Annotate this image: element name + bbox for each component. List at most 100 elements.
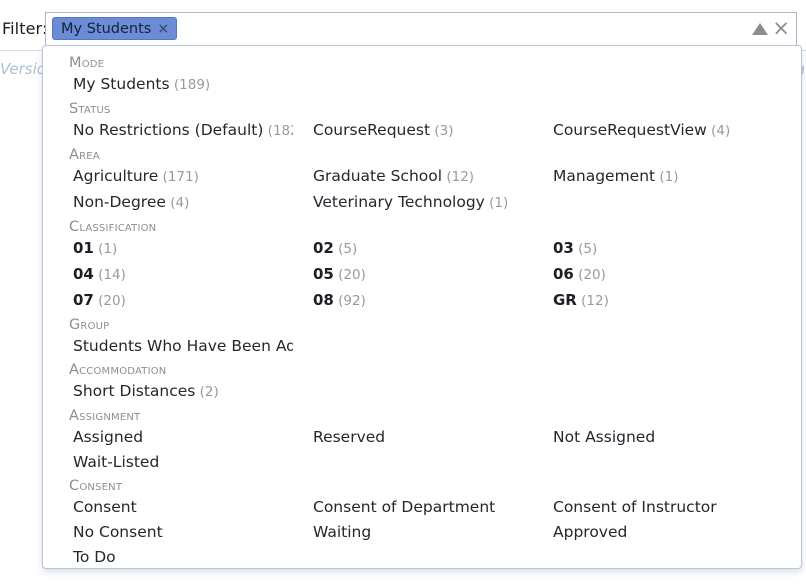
filter-option-count: (14) — [93, 267, 126, 283]
filter-option-row: Assigned Reserved Not Assigned — [53, 425, 791, 450]
filter-option-count: (4) — [706, 123, 731, 139]
filter-option-label: CourseRequest — [313, 121, 431, 139]
filter-option[interactable]: 01 (1) — [53, 236, 293, 262]
filter-option-count: (92) — [333, 293, 366, 309]
filter-option[interactable]: Veterinary Technology (1) — [293, 190, 533, 216]
filter-option-label: Management — [553, 167, 656, 185]
filter-option[interactable]: Students Who Have Been Advised — [53, 334, 293, 359]
filter-option-label: GR — [553, 291, 577, 309]
filter-option-label: 03 — [553, 239, 574, 257]
filter-option-empty — [293, 72, 533, 98]
filter-option[interactable]: Assigned — [53, 425, 293, 450]
filter-option-label: Wait-Listed — [73, 453, 160, 471]
filter-option-empty — [533, 72, 773, 98]
filter-option[interactable]: No Restrictions (Default) (182) — [53, 118, 293, 144]
filter-option-label: 05 — [313, 265, 334, 283]
filter-option[interactable]: 06 (20) — [533, 262, 773, 288]
filter-option-row: Short Distances (2) — [53, 379, 791, 405]
filter-option-empty — [293, 450, 533, 475]
filter-option[interactable]: Waiting — [293, 520, 533, 545]
filter-group-heading: Mode — [69, 55, 105, 71]
filter-option-label: 04 — [73, 265, 94, 283]
filter-option-empty — [293, 545, 533, 568]
filter-option-count: (12) — [442, 169, 475, 185]
filter-option-count: (189) — [169, 77, 211, 93]
filter-option[interactable]: 03 (5) — [533, 236, 773, 262]
filter-option-row: Agriculture (171) Graduate School (12) Man… — [53, 164, 791, 190]
filter-option-row: 01 (1) 02 (5) 03 (5) — [53, 236, 791, 262]
filter-option-label: Consent of Instructor — [553, 498, 717, 516]
filter-option-row: Non-Degree (4) Veterinary Technology (1) — [53, 190, 791, 216]
filter-option-label: Agriculture — [73, 167, 159, 185]
filter-groups-container: Mode My Students (189) Status No Restrictio… — [43, 46, 801, 568]
filter-option-empty — [533, 190, 773, 216]
filter-option[interactable]: Not Assigned — [533, 425, 773, 450]
filter-option-count: (1) — [93, 241, 118, 257]
filter-option[interactable]: CourseRequestView (4) — [533, 118, 773, 144]
filter-option[interactable]: CourseRequest (3) — [293, 118, 533, 144]
filter-option[interactable]: Reserved — [293, 425, 533, 450]
filter-option[interactable]: To Do — [53, 545, 293, 568]
filter-option-empty — [533, 450, 773, 475]
filter-option[interactable]: Agriculture (171) — [53, 164, 293, 190]
filter-option-row: To Do — [53, 545, 791, 568]
triangle-up-icon[interactable] — [752, 23, 769, 35]
filter-option-count: (5) — [333, 241, 358, 257]
filter-option[interactable]: Short Distances (2) — [53, 379, 293, 405]
filter-label: Filter: — [2, 19, 48, 38]
filter-option-empty — [533, 545, 773, 568]
filter-option[interactable]: GR (12) — [533, 288, 773, 314]
filter-chip-label: My Students — [61, 20, 152, 37]
filter-option[interactable]: My Students (189) — [53, 72, 293, 98]
filter-option[interactable]: Approved — [533, 520, 773, 545]
filter-group-heading: Assignment — [69, 408, 141, 424]
filter-option-label: Reserved — [313, 428, 386, 446]
filter-option-label: Short Distances — [73, 382, 196, 400]
filter-option-label: Students Who Have Been Advised — [73, 337, 293, 355]
filter-option-label: No Consent — [73, 523, 163, 541]
filter-option-row: Students Who Have Been Advised — [53, 334, 791, 359]
filter-option-label: Not Assigned — [553, 428, 656, 446]
filter-option[interactable]: Consent — [53, 495, 293, 520]
filter-option[interactable]: Wait-Listed — [53, 450, 293, 475]
filter-option-empty — [293, 334, 533, 359]
filter-option-label: 01 — [73, 239, 94, 257]
filter-option-label: To Do — [73, 548, 116, 566]
filter-option[interactable]: Consent of Instructor — [533, 495, 773, 520]
filter-option-empty — [533, 334, 773, 359]
filter-option-label: Waiting — [313, 523, 372, 541]
filter-option-row: Wait-Listed — [53, 450, 791, 475]
filter-input-bar[interactable]: My Students × × — [45, 12, 797, 46]
filter-option[interactable]: 05 (20) — [293, 262, 533, 288]
filter-group-heading: Area — [69, 147, 100, 163]
filter-option-count: (3) — [430, 123, 454, 139]
filter-option-count: (1) — [484, 195, 509, 211]
filter-option[interactable]: 02 (5) — [293, 236, 533, 262]
filter-option-label: Graduate School — [313, 167, 443, 185]
filter-chip-my-students[interactable]: My Students × — [52, 17, 178, 40]
filter-option-empty — [293, 379, 533, 405]
filter-group-heading: Status — [69, 101, 111, 117]
filter-option-label: Assigned — [73, 428, 144, 446]
filter-option[interactable]: Management (1) — [533, 164, 773, 190]
filter-option-count: (20) — [573, 267, 606, 283]
filter-chip-remove-icon[interactable]: × — [157, 22, 169, 36]
filter-option-label: My Students — [73, 75, 170, 93]
filter-option-count: (171) — [158, 169, 199, 185]
filter-option-label: Consent — [73, 498, 137, 516]
filter-option[interactable]: 04 (14) — [53, 262, 293, 288]
filter-option-row: No Consent Waiting Approved — [53, 520, 791, 545]
filter-option-label: Veterinary Technology — [313, 193, 485, 211]
filter-option[interactable]: Graduate School (12) — [293, 164, 533, 190]
close-icon[interactable]: × — [772, 17, 790, 39]
filter-option[interactable]: No Consent — [53, 520, 293, 545]
filter-option[interactable]: 07 (20) — [53, 288, 293, 314]
filter-option[interactable]: Consent of Department — [293, 495, 533, 520]
filter-option-label: No Restrictions (Default) — [73, 121, 264, 139]
filter-option[interactable]: 08 (92) — [293, 288, 533, 314]
filter-option[interactable]: Non-Degree (4) — [53, 190, 293, 216]
filter-option-count: (12) — [576, 293, 609, 309]
filter-option-label: 02 — [313, 239, 334, 257]
filter-group-heading: Accommodation — [69, 362, 167, 378]
filter-option-count: (1) — [655, 169, 679, 185]
